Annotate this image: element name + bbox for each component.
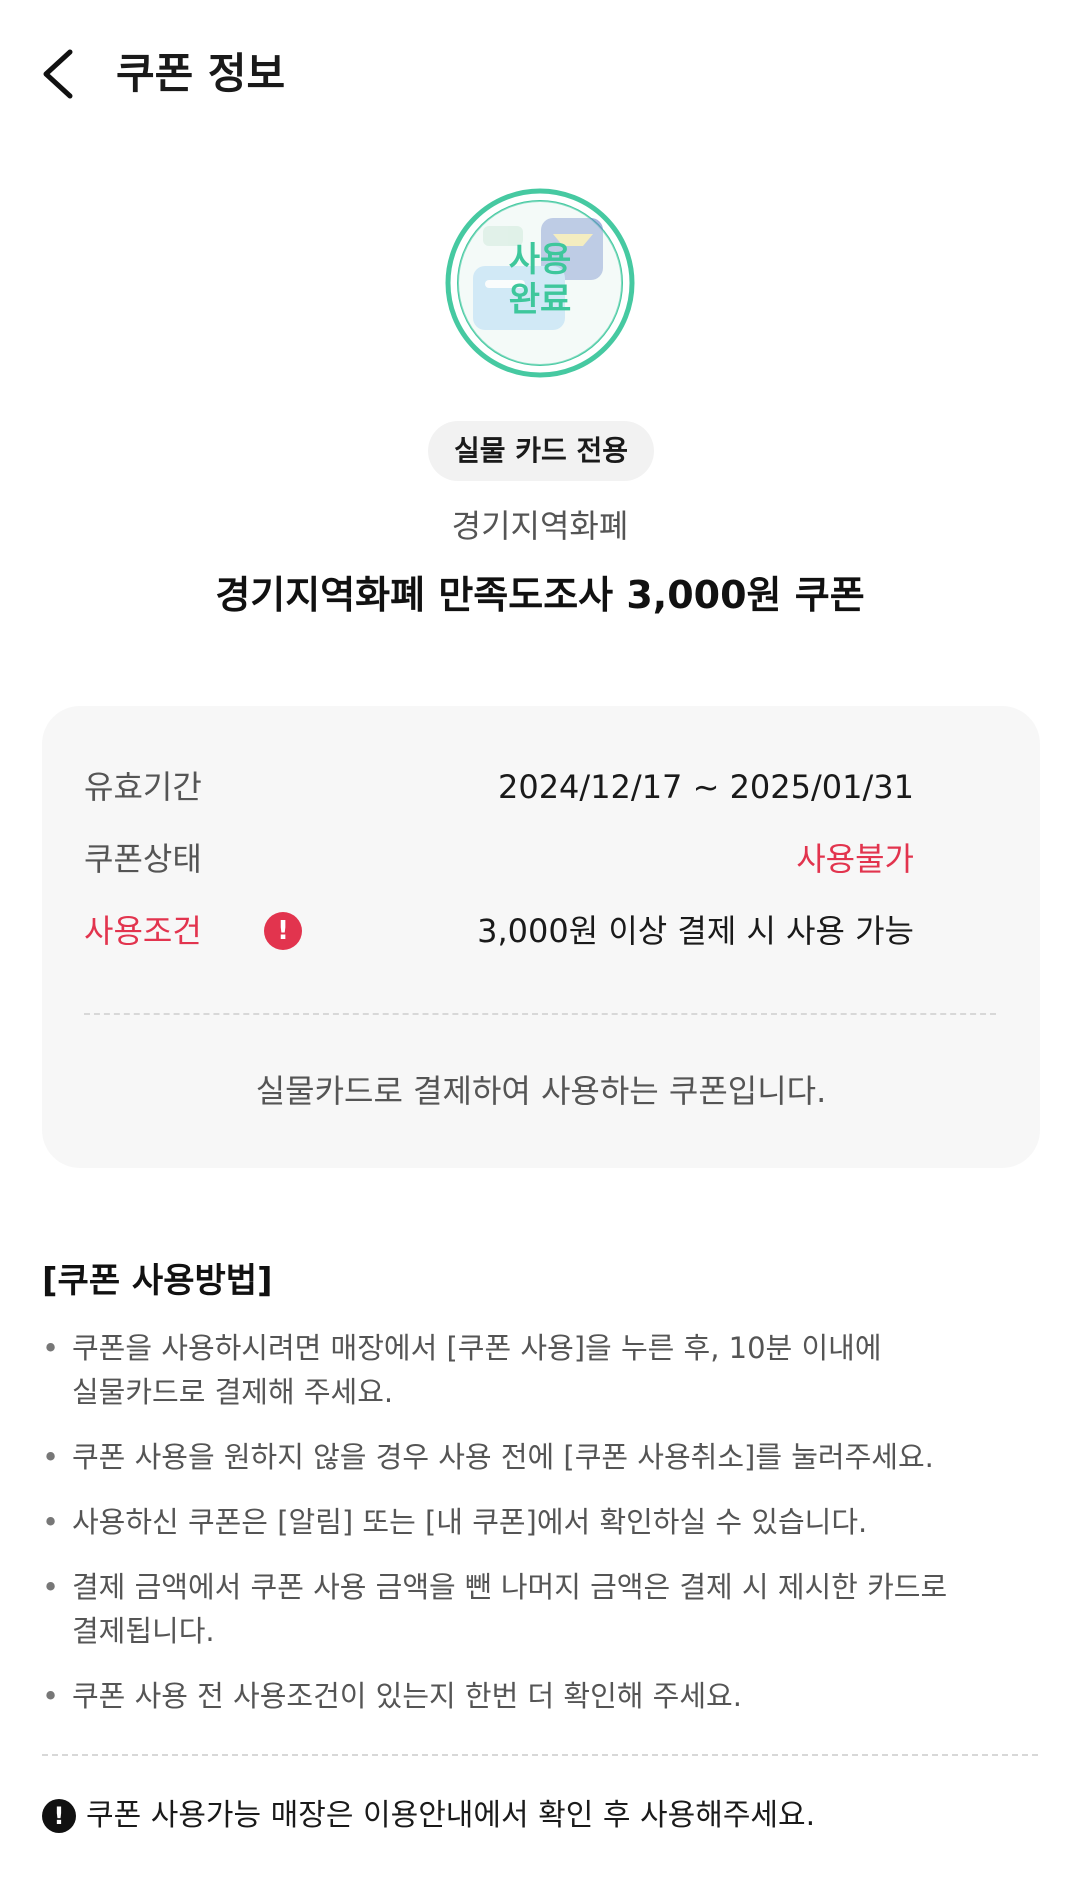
stamp-line-2: 완료 [508,280,572,320]
list-item-line: 실물카드로 결제해 주세요. [72,1375,394,1409]
status-label: 쿠폰상태 [84,840,202,878]
card-payment-note: 실물카드로 결제하여 사용하는 쿠폰입니다. [255,1072,827,1110]
condition-value: 3,000원 이상 결제 시 사용 가능 [477,912,914,950]
coupon-title: 경기지역화폐 만족도조사 3,000원 쿠폰 [215,573,865,617]
status-row: 쿠폰상태 사용불가 [42,835,956,883]
list-item-line: 쿠폰 사용 전 사용조건이 있는지 한번 더 확인해 주세요. [72,1679,742,1713]
used-stamp-text: 사용 완료 [445,240,635,320]
page-title: 쿠폰 정보 [116,49,286,98]
list-item-line: 쿠폰 사용을 원하지 않을 경우 사용 전에 [쿠폰 사용취소]를 눌러주세요. [72,1440,934,1474]
list-item: 결제 금액에서 쿠폰 사용 금액을 뺀 나머지 금액은 결제 시 제시한 카드로… [42,1565,1038,1653]
list-item: 쿠폰 사용 전 사용조건이 있는지 한번 더 확인해 주세요. [42,1674,1038,1718]
condition-row: 사용조건 ! 3,000원 이상 결제 시 사용 가능 [42,907,956,955]
coupon-info-page: 쿠폰 정보 사용 완료 실물 카드 전용 경기지역화폐 경기지역화폐 만족도조사… [0,0,1080,1877]
validity-value: 2024/12/17 ~ 2025/01/31 [497,768,914,806]
status-value: 사용불가 [796,840,914,878]
list-item: 사용하신 쿠폰은 [알림] 또는 [내 쿠폰]에서 확인하실 수 있습니다. [42,1500,1038,1544]
stamp-line-1: 사용 [508,240,572,280]
coupon-brand: 경기지역화폐 [451,507,629,545]
how-to-use-list: 쿠폰을 사용하시려면 매장에서 [쿠폰 사용]을 누른 후, 10분 이내에 실… [42,1326,1038,1739]
details-divider [84,1013,996,1015]
validity-label: 유효기간 [84,768,202,806]
list-item-line: 쿠폰을 사용하시려면 매장에서 [쿠폰 사용]을 누른 후, 10분 이내에 [72,1331,882,1365]
chevron-left-icon [43,49,73,99]
how-to-use-title: [쿠폰 사용방법] [42,1261,273,1301]
card-only-badge: 실물 카드 전용 [428,421,654,481]
exclamation-circle-icon: ! [42,1799,76,1833]
list-item-line: 결제 금액에서 쿠폰 사용 금액을 뺀 나머지 금액은 결제 시 제시한 카드로 [72,1570,948,1604]
list-item: 쿠폰 사용을 원하지 않을 경우 사용 전에 [쿠폰 사용취소]를 눌러주세요. [42,1435,1038,1479]
condition-label: 사용조건 [84,912,202,950]
app-header: 쿠폰 정보 [0,0,1080,150]
validity-row: 유효기간 2024/12/17 ~ 2025/01/31 [42,763,956,811]
notice-text: 쿠폰 사용가능 매장은 이용안내에서 확인 후 사용해주세요. [86,1798,816,1833]
list-item-line: 결제됩니다. [72,1614,215,1648]
list-item-line: 사용하신 쿠폰은 [알림] 또는 [내 쿠폰]에서 확인하실 수 있습니다. [72,1505,868,1539]
notice-divider [42,1754,1038,1756]
coupon-used-stamp-image: 사용 완료 [445,188,635,378]
back-button[interactable] [28,38,100,110]
list-item: 쿠폰을 사용하시려면 매장에서 [쿠폰 사용]을 누른 후, 10분 이내에 실… [42,1326,1038,1414]
exclamation-circle-icon[interactable]: ! [264,912,302,950]
